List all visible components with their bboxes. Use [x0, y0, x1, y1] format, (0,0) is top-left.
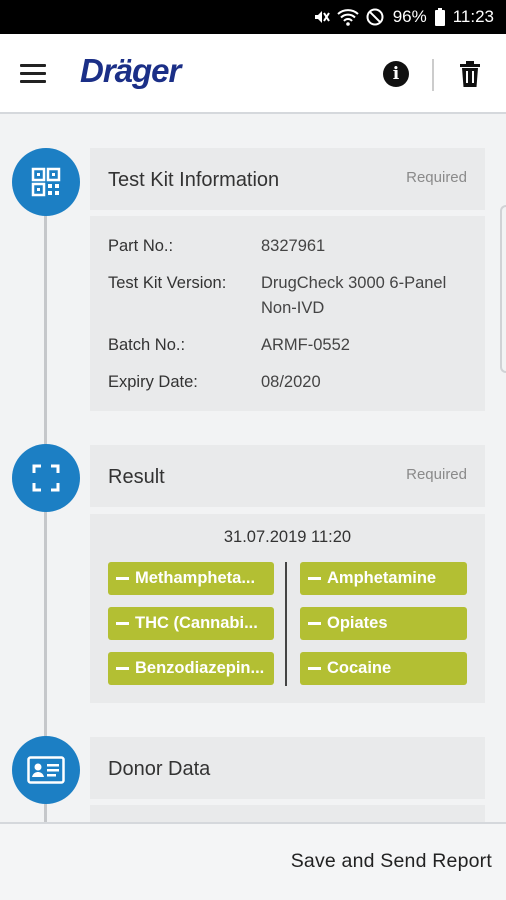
- batch-no-label: Batch No.:: [108, 336, 186, 354]
- step-result[interactable]: [12, 444, 80, 512]
- qr-code-icon: [31, 167, 61, 197]
- minus-icon: [308, 622, 321, 625]
- wifi-icon: [337, 9, 359, 26]
- minus-icon: [308, 667, 321, 670]
- test-kit-title: Test Kit Information: [108, 169, 280, 191]
- battery-percent: 96%: [392, 7, 427, 26]
- result-title: Result: [108, 466, 165, 488]
- menu-icon[interactable]: [20, 64, 48, 84]
- step-test-kit[interactable]: [12, 148, 80, 216]
- result-pill-amphetamine[interactable]: Amphetamine: [300, 562, 467, 595]
- result-body: 31.07.2019 11:20 Methampheta... THC (Can…: [90, 514, 485, 703]
- pill-label: Opiates: [327, 614, 388, 632]
- batch-no-value: ARMF-0552: [261, 336, 350, 354]
- save-and-send-button[interactable]: Save and Send Report: [291, 850, 492, 873]
- result-pill-benzodiazepines[interactable]: Benzodiazepin...: [108, 652, 274, 685]
- id-card-icon: [27, 756, 65, 784]
- pill-label: Methampheta...: [135, 569, 256, 587]
- minus-icon: [116, 622, 129, 625]
- step-donor[interactable]: [12, 736, 80, 804]
- trash-icon[interactable]: [459, 60, 481, 88]
- brand-logo: Dräger: [80, 52, 181, 89]
- result-datetime: 31.07.2019 11:20: [223, 528, 352, 546]
- donor-header[interactable]: Donor Data: [90, 737, 485, 799]
- status-bar: 96% 11:23: [0, 0, 506, 34]
- scan-frame-icon: [32, 464, 60, 492]
- app-bar-divider: [432, 59, 434, 91]
- result-pill-methamphetamine[interactable]: Methampheta...: [108, 562, 274, 595]
- pill-label: Benzodiazepin...: [135, 659, 265, 677]
- part-no-value: 8327961: [261, 237, 326, 255]
- clock: 11:23: [452, 7, 494, 26]
- pill-label: Cocaine: [327, 659, 392, 677]
- bottom-bar: Save and Send Report: [0, 822, 506, 900]
- app-bar: Dräger i: [0, 34, 506, 114]
- expiry-date-value: 08/2020: [261, 373, 321, 391]
- result-header[interactable]: Result Required: [90, 445, 485, 507]
- donor-title: Donor Data: [108, 758, 211, 780]
- test-kit-body: Part No.: 8327961 Test Kit Version: Drug…: [90, 216, 485, 411]
- block-icon: [366, 8, 384, 26]
- side-drawer-handle[interactable]: [500, 205, 506, 373]
- expiry-date-label: Expiry Date:: [108, 373, 198, 391]
- part-no-label: Part No.:: [108, 237, 174, 255]
- result-pill-thc[interactable]: THC (Cannabi...: [108, 607, 274, 640]
- result-required: Required: [406, 466, 467, 483]
- kit-version-value: DrugCheck 3000 6-Panel Non-IVD: [261, 274, 447, 317]
- pill-label: THC (Cannabi...: [135, 614, 258, 632]
- result-pill-cocaine[interactable]: Cocaine: [300, 652, 467, 685]
- battery-icon: [434, 8, 445, 26]
- info-icon[interactable]: i: [383, 61, 409, 87]
- minus-icon: [116, 577, 129, 580]
- test-kit-header[interactable]: Test Kit Information Required: [90, 148, 485, 210]
- mute-icon: [314, 11, 330, 23]
- test-kit-required: Required: [406, 169, 467, 186]
- result-column-divider: [285, 562, 287, 686]
- result-pill-opiates[interactable]: Opiates: [300, 607, 467, 640]
- kit-version-label: Test Kit Version:: [108, 274, 227, 292]
- minus-icon: [308, 577, 321, 580]
- pill-label: Amphetamine: [327, 569, 437, 587]
- minus-icon: [116, 667, 129, 670]
